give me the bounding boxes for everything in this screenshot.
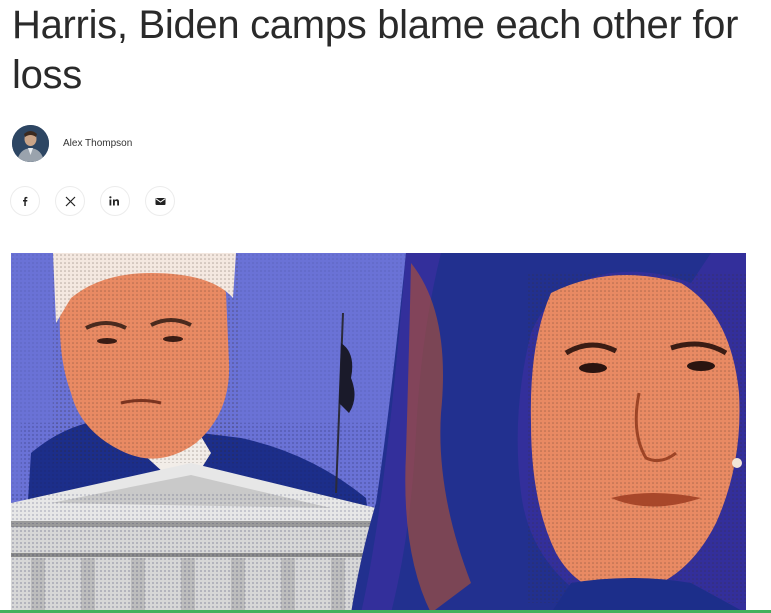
article-headline: Harris, Biden camps blame each other for… [12, 3, 739, 97]
x-icon [65, 196, 75, 206]
facebook-icon [23, 196, 28, 206]
share-x-button[interactable] [55, 186, 85, 216]
share-bar [10, 186, 175, 216]
share-email-button[interactable] [145, 186, 175, 216]
byline: Alex Thompson [12, 124, 132, 162]
email-icon [155, 197, 165, 205]
hero-image [11, 253, 746, 613]
linkedin-icon [109, 196, 119, 206]
share-facebook-button[interactable] [10, 186, 40, 216]
author-avatar[interactable] [12, 124, 49, 162]
author-name[interactable]: Alex Thompson [63, 138, 132, 149]
share-linkedin-button[interactable] [100, 186, 130, 216]
